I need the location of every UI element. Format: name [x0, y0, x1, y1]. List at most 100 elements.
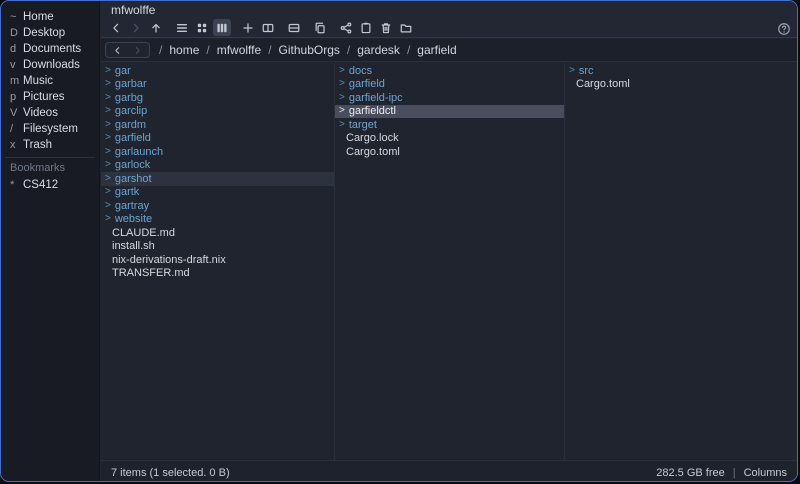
paste-icon [359, 21, 373, 35]
sidebar-item-home[interactable]: ~Home [1, 9, 99, 25]
file-row[interactable]: TRANSFER.md [101, 267, 334, 281]
file-row[interactable]: > garlaunch [101, 145, 334, 159]
folder-button[interactable] [397, 19, 415, 36]
breadcrumb-segment[interactable]: gardesk [357, 43, 400, 57]
file-name: garfield-ipc [349, 92, 403, 104]
file-name: src [579, 65, 594, 77]
folder-expand-icon: > [105, 147, 111, 157]
folder-expand-icon: > [105, 93, 111, 103]
status-items-text: 7 items (1 selected. 0 B) [111, 467, 230, 479]
help-button[interactable] [775, 20, 793, 37]
file-name: garfieldctl [349, 105, 396, 117]
file-name: garbg [115, 92, 143, 104]
paste-button[interactable] [357, 19, 375, 36]
sidebar-item-downloads[interactable]: vDownloads [1, 57, 99, 73]
file-row[interactable]: >garfield-ipc [335, 91, 564, 105]
file-name: garclip [115, 105, 147, 117]
sidebar-item-pictures[interactable]: pPictures [1, 89, 99, 105]
pathbar: /home/mfwolffe/GithubOrgs/gardesk/garfie… [101, 39, 797, 62]
column-view-button[interactable] [213, 19, 231, 36]
file-name: gartray [115, 200, 149, 212]
forward-button[interactable] [127, 19, 145, 36]
up-button[interactable] [147, 19, 165, 36]
file-row[interactable]: >garclip [101, 105, 334, 119]
column-2[interactable]: >docs>garfield>garfield-ipc> garfieldctl>… [335, 63, 565, 460]
trash-icon: x [10, 139, 23, 151]
file-row[interactable]: >gartk [101, 186, 334, 200]
headerbar: mfwolffe [101, 1, 797, 38]
delete-button[interactable] [377, 19, 395, 36]
file-row[interactable]: > garfieldctl [335, 105, 564, 119]
split-horizontal-button[interactable] [285, 19, 303, 36]
file-row[interactable]: >target [335, 118, 564, 132]
file-row[interactable]: install.sh [101, 240, 334, 254]
pathbar-back-button[interactable] [112, 45, 123, 56]
file-row[interactable]: >gar [101, 64, 334, 78]
breadcrumb-segment[interactable]: garfield [417, 43, 456, 57]
sidebar-item-label: Desktop [23, 27, 65, 39]
bookmarks-header: Bookmarks [1, 161, 99, 177]
back-button[interactable] [107, 19, 125, 36]
sidebar: ~HomeDDesktopdDocumentsvDownloadsmMusicp… [1, 1, 100, 481]
breadcrumb-separator: / [407, 43, 410, 57]
file-name: garlock [115, 159, 150, 171]
sidebar-item-documents[interactable]: dDocuments [1, 41, 99, 57]
sidebar-item-label: Downloads [23, 59, 80, 71]
sidebar-item-label: Music [23, 75, 53, 87]
breadcrumb-segment[interactable]: home [169, 43, 199, 57]
file-row[interactable]: Cargo.lock [335, 132, 564, 146]
file-row[interactable]: > gartray [101, 199, 334, 213]
sidebar-item-label: Documents [23, 43, 81, 55]
file-row[interactable]: Cargo.toml [565, 78, 797, 92]
file-row[interactable]: >website [101, 213, 334, 227]
file-row[interactable]: CLAUDE.md [101, 226, 334, 240]
view-mode-selector[interactable]: Columns [744, 467, 787, 479]
file-row[interactable]: nix-derivations-draft.nix [101, 253, 334, 267]
breadcrumb-segment[interactable]: mfwolffe [217, 43, 261, 57]
sidebar-item-label: Filesystem [23, 123, 78, 135]
split-vertical-button[interactable] [259, 19, 277, 36]
sidebar-item-filesystem[interactable]: /Filesystem [1, 121, 99, 137]
grid-view-button[interactable] [193, 19, 211, 36]
copy-button[interactable] [311, 19, 329, 36]
sidebar-item-label: Trash [23, 139, 52, 151]
sidebar-item-label: Pictures [23, 91, 65, 103]
sidebar-item-desktop[interactable]: DDesktop [1, 25, 99, 41]
file-row[interactable]: >docs [335, 64, 564, 78]
file-row[interactable]: >garbar [101, 78, 334, 92]
file-name: nix-derivations-draft.nix [112, 254, 226, 266]
pathbar-forward-button[interactable] [132, 45, 143, 56]
file-row[interactable]: >garshot [101, 172, 334, 186]
file-row[interactable]: >src [565, 64, 797, 78]
sidebar-bookmarks-list: *CS412 [1, 177, 99, 193]
breadcrumb-separator: / [268, 43, 271, 57]
sidebar-item-videos[interactable]: VVideos [1, 105, 99, 121]
file-name: garfield [115, 132, 151, 144]
column-3[interactable]: >srcCargo.toml [565, 63, 797, 460]
folder-expand-icon: > [105, 201, 111, 211]
file-name: garbar [115, 78, 147, 90]
help-icon [777, 22, 791, 36]
file-name: website [115, 213, 152, 225]
file-row[interactable]: Cargo.toml [335, 145, 564, 159]
column-1[interactable]: >gar>garbar>garbg>garclip>gardm>garfield… [101, 63, 335, 460]
file-row[interactable]: > garlock [101, 159, 334, 173]
sidebar-item-trash[interactable]: xTrash [1, 137, 99, 153]
file-row[interactable]: >gardm [101, 118, 334, 132]
share-button[interactable] [337, 19, 355, 36]
file-name: TRANSFER.md [112, 267, 190, 279]
file-row[interactable]: >garfield [101, 132, 334, 146]
list-view-button[interactable] [173, 19, 191, 36]
file-name: garlaunch [115, 146, 163, 158]
list-view-icon [175, 21, 189, 35]
sidebar-item-cs412[interactable]: *CS412 [1, 177, 99, 193]
plus-icon [241, 21, 255, 35]
file-row[interactable]: >garfield [335, 78, 564, 92]
sidebar-item-music[interactable]: mMusic [1, 73, 99, 89]
folder-expand-icon: > [339, 106, 345, 116]
folder-expand-icon: > [105, 160, 111, 170]
breadcrumb-segment[interactable]: GithubOrgs [279, 43, 340, 57]
new-button[interactable] [239, 19, 257, 36]
downloads-icon: v [10, 59, 23, 71]
file-row[interactable]: > garbg [101, 91, 334, 105]
